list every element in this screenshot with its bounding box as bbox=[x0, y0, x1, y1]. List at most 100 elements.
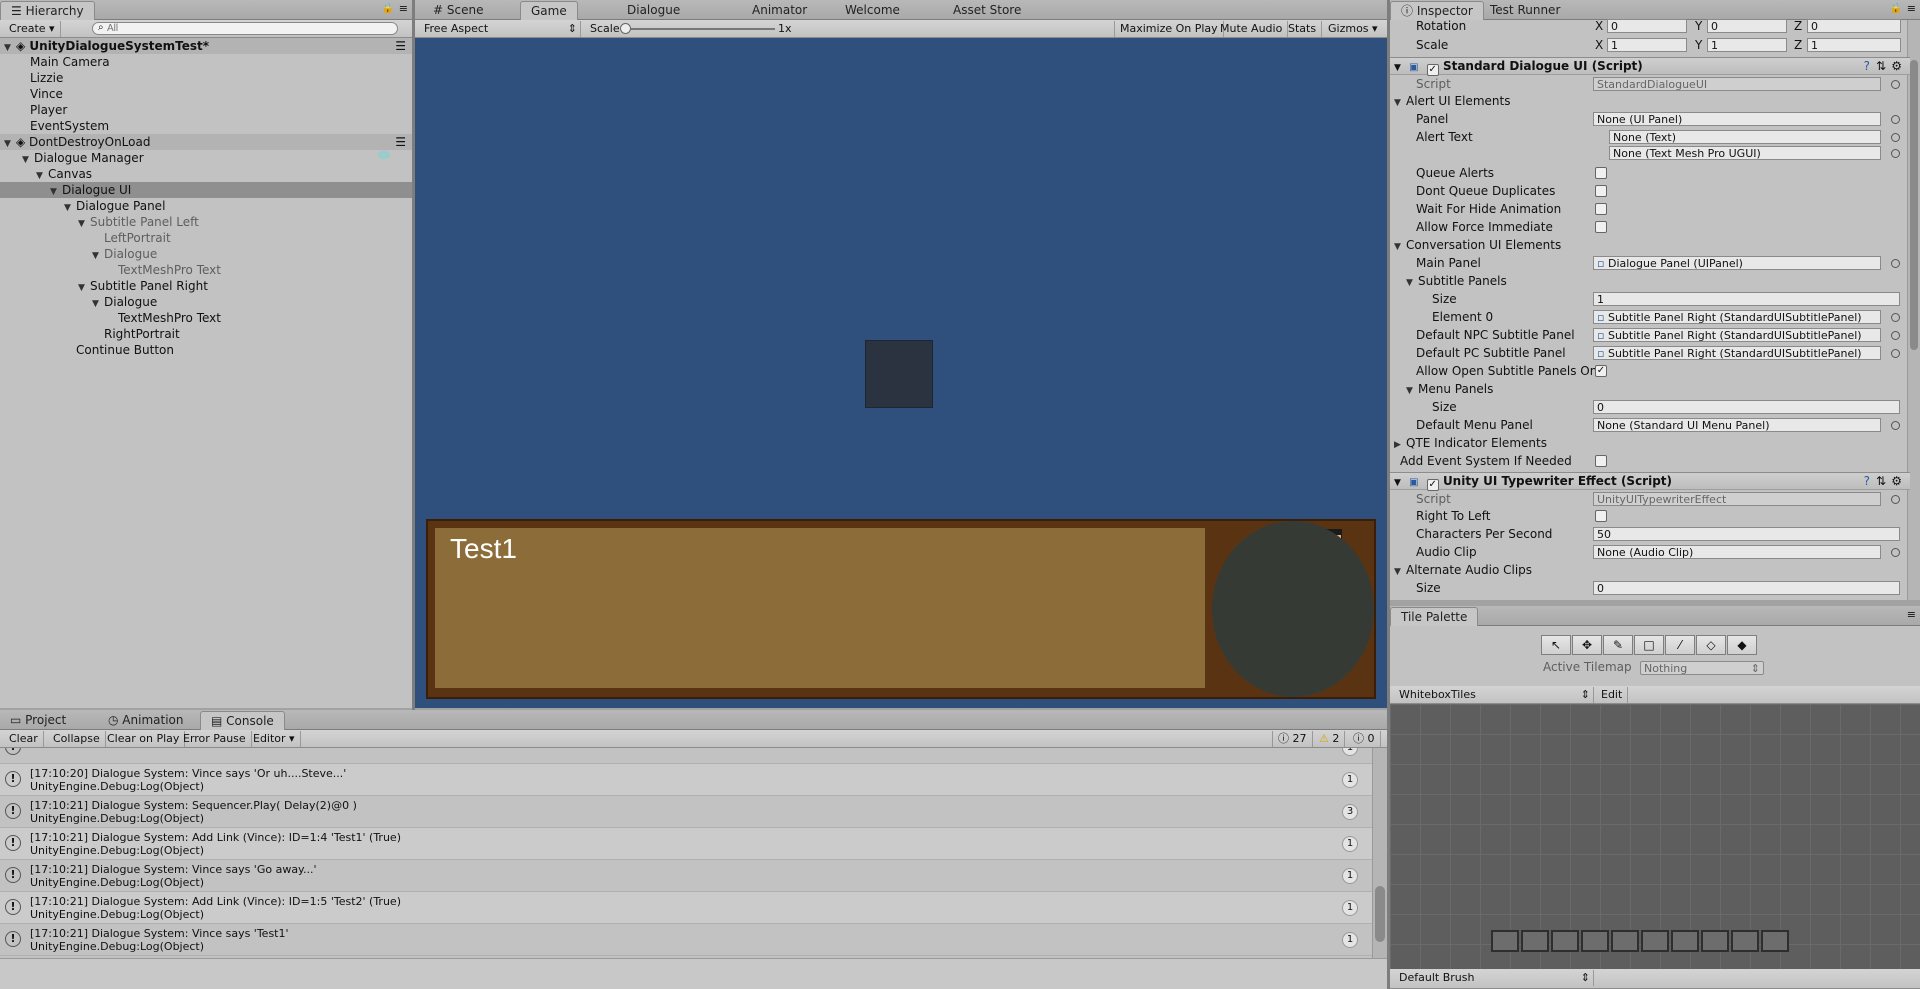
mute-audio-button[interactable]: Mute Audio bbox=[1215, 21, 1289, 37]
hierarchy-item[interactable]: Vince bbox=[0, 86, 412, 102]
game-view[interactable]: Test1 bbox=[415, 38, 1387, 708]
info-filter-button[interactable]: ⓘ 27 bbox=[1272, 731, 1313, 747]
scale-z-field[interactable]: 1 bbox=[1807, 38, 1901, 52]
palette-tile[interactable] bbox=[1581, 930, 1609, 952]
hierarchy-item[interactable]: ▼ Dialogue Panel bbox=[0, 198, 412, 214]
tab-dialogue[interactable]: Dialogue bbox=[617, 1, 690, 20]
hierarchy-item[interactable]: Player bbox=[0, 102, 412, 118]
hierarchy-item[interactable]: ▼ Dialogue bbox=[0, 246, 412, 262]
inspector-scrollbar[interactable] bbox=[1907, 20, 1920, 600]
tab-hierarchy[interactable]: ☰ Hierarchy bbox=[0, 1, 95, 20]
scale-y-field[interactable]: 1 bbox=[1707, 38, 1787, 52]
help-icon[interactable]: ? bbox=[1864, 58, 1870, 75]
default-menu-field[interactable]: None (Standard UI Menu Panel) bbox=[1593, 418, 1881, 432]
qte-foldout[interactable]: ▶ QTE Indicator Elements bbox=[1394, 434, 1547, 452]
edit-palette-button[interactable]: Edit bbox=[1596, 687, 1629, 703]
rtl-checkbox[interactable] bbox=[1595, 510, 1607, 522]
palette-tile[interactable] bbox=[1551, 930, 1579, 952]
console-entry[interactable]: ! [17:10:21] Dialogue System: Vince says … bbox=[0, 924, 1372, 956]
box-fill-icon[interactable]: □ bbox=[1634, 635, 1664, 655]
palette-tile[interactable] bbox=[1611, 930, 1639, 952]
scale-slider[interactable] bbox=[625, 28, 775, 30]
foldout-icon[interactable]: ▼ bbox=[1394, 63, 1401, 73]
stats-button[interactable]: Stats bbox=[1283, 21, 1323, 37]
lock-icon[interactable]: 🔒 bbox=[382, 3, 394, 14]
hierarchy-item[interactable]: Main Camera bbox=[0, 54, 412, 70]
eraser-icon[interactable]: ◇ bbox=[1696, 635, 1726, 655]
menu-panels-size-field[interactable]: 0 bbox=[1593, 400, 1900, 414]
alert-text-field[interactable]: None (Text) bbox=[1609, 130, 1881, 144]
object-picker-icon[interactable] bbox=[1891, 133, 1900, 142]
tab-game[interactable]: Game bbox=[520, 1, 578, 20]
console-entry[interactable]: ! [17:10:21] Dialogue System: Add Link (V… bbox=[0, 892, 1372, 924]
warning-filter-button[interactable]: ⚠ 2 bbox=[1314, 731, 1346, 747]
component-header-typewriter[interactable]: ▼ ▣ ✓ Unity UI Typewriter Effect (Script… bbox=[1390, 472, 1910, 491]
error-pause-button[interactable]: Error Pause bbox=[178, 731, 252, 747]
allow-open-checkbox[interactable]: ✓ bbox=[1595, 365, 1607, 377]
object-picker-icon[interactable] bbox=[1891, 259, 1900, 268]
element0-field[interactable]: ▫ Subtitle Panel Right (StandardUISubtit… bbox=[1593, 310, 1881, 324]
queue-alerts-checkbox[interactable] bbox=[1595, 167, 1607, 179]
add-event-checkbox[interactable] bbox=[1595, 455, 1607, 467]
preset-icon[interactable]: ⇅ bbox=[1876, 58, 1886, 75]
hierarchy-item[interactable]: ▼ Canvas bbox=[0, 166, 412, 182]
clear-on-play-button[interactable]: Clear on Play bbox=[102, 731, 186, 747]
continue-button[interactable] bbox=[1212, 521, 1374, 697]
dont-queue-checkbox[interactable] bbox=[1595, 185, 1607, 197]
gear-icon[interactable]: ⚙ bbox=[1891, 473, 1902, 490]
error-filter-button[interactable]: ⓘ 0 bbox=[1348, 731, 1381, 747]
tab-test-runner[interactable]: Test Runner bbox=[1480, 1, 1570, 20]
fill-icon[interactable]: ◆ bbox=[1727, 635, 1757, 655]
collapse-button[interactable]: Collapse bbox=[48, 731, 106, 747]
alt-audio-foldout[interactable]: ▼ Alternate Audio Clips bbox=[1394, 561, 1532, 579]
hierarchy-item[interactable]: EventSystem bbox=[0, 118, 412, 134]
palette-tile[interactable] bbox=[1521, 930, 1549, 952]
scrollbar-thumb[interactable] bbox=[1910, 60, 1918, 350]
gizmos-button[interactable]: Gizmos ▾ bbox=[1323, 21, 1383, 37]
tab-welcome[interactable]: Welcome bbox=[835, 1, 910, 20]
move-tool-icon[interactable]: ✥ bbox=[1572, 635, 1602, 655]
hierarchy-item[interactable]: Continue Button bbox=[0, 342, 412, 358]
rotation-z-field[interactable]: 0 bbox=[1807, 19, 1901, 33]
create-button[interactable]: Create ▾ bbox=[4, 21, 61, 37]
object-picker-icon[interactable] bbox=[1891, 331, 1900, 340]
aspect-dropdown[interactable]: Free Aspect ⇕ bbox=[419, 21, 581, 37]
menu-icon[interactable]: ≡ bbox=[399, 2, 408, 15]
console-entry[interactable]: !UnityEngine.Debug:Log(Object)1 bbox=[0, 748, 1372, 764]
hierarchy-item[interactable]: TextMeshPro Text bbox=[0, 262, 412, 278]
picker-icon[interactable]: ⁄ bbox=[1665, 635, 1695, 655]
alert-text-tmp-field[interactable]: None (Text Mesh Pro UGUI) bbox=[1609, 146, 1881, 160]
console-scrollbar[interactable] bbox=[1372, 748, 1387, 958]
subtitle-panels-foldout[interactable]: ▼ Subtitle Panels bbox=[1406, 272, 1507, 290]
alert-ui-foldout[interactable]: ▼ Alert UI Elements bbox=[1394, 92, 1510, 110]
hierarchy-search-input[interactable] bbox=[92, 22, 398, 35]
palette-tile[interactable] bbox=[1731, 930, 1759, 952]
object-picker-icon[interactable] bbox=[1891, 548, 1900, 557]
tab-console[interactable]: ▤ Console bbox=[200, 711, 285, 730]
menu-icon[interactable]: ≡ bbox=[1907, 608, 1916, 621]
brush-dropdown[interactable]: Default Brush ⇕ bbox=[1394, 970, 1594, 986]
object-picker-icon[interactable] bbox=[1891, 80, 1900, 89]
tab-scene[interactable]: # Scene bbox=[423, 1, 493, 20]
scene-row[interactable]: ▼ ◈ UnityDialogueSystemTest* ☰ bbox=[0, 38, 412, 54]
scale-x-field[interactable]: 1 bbox=[1607, 38, 1687, 52]
palette-tile[interactable] bbox=[1641, 930, 1669, 952]
cps-field[interactable]: 50 bbox=[1593, 527, 1900, 541]
rotation-x-field[interactable]: 0 bbox=[1607, 19, 1687, 33]
maximize-on-play-button[interactable]: Maximize On Play bbox=[1114, 21, 1224, 37]
foldout-icon[interactable]: ▼ bbox=[1394, 478, 1401, 488]
hierarchy-item[interactable]: ▼ Dialogue UI bbox=[0, 182, 412, 198]
scrollbar-thumb[interactable] bbox=[1375, 886, 1385, 942]
rotation-y-field[interactable]: 0 bbox=[1707, 19, 1787, 33]
wait-hide-checkbox[interactable] bbox=[1595, 203, 1607, 215]
tab-tile-palette[interactable]: Tile Palette bbox=[1390, 607, 1479, 626]
tab-animator[interactable]: Animator bbox=[742, 1, 817, 20]
hierarchy-item[interactable]: LeftPortrait bbox=[0, 230, 412, 246]
paint-brush-icon[interactable]: ✎ bbox=[1603, 635, 1633, 655]
hierarchy-item[interactable]: RightPortrait bbox=[0, 326, 412, 342]
tab-animation[interactable]: ◷ Animation bbox=[98, 711, 193, 730]
audio-clip-field[interactable]: None (Audio Clip) bbox=[1593, 545, 1881, 559]
console-entry[interactable]: ! [17:10:20] Dialogue System: Vince says … bbox=[0, 764, 1372, 796]
tab-asset-store[interactable]: Asset Store bbox=[943, 1, 1031, 20]
default-npc-field[interactable]: ▫ Subtitle Panel Right (StandardUISubtit… bbox=[1593, 328, 1881, 342]
